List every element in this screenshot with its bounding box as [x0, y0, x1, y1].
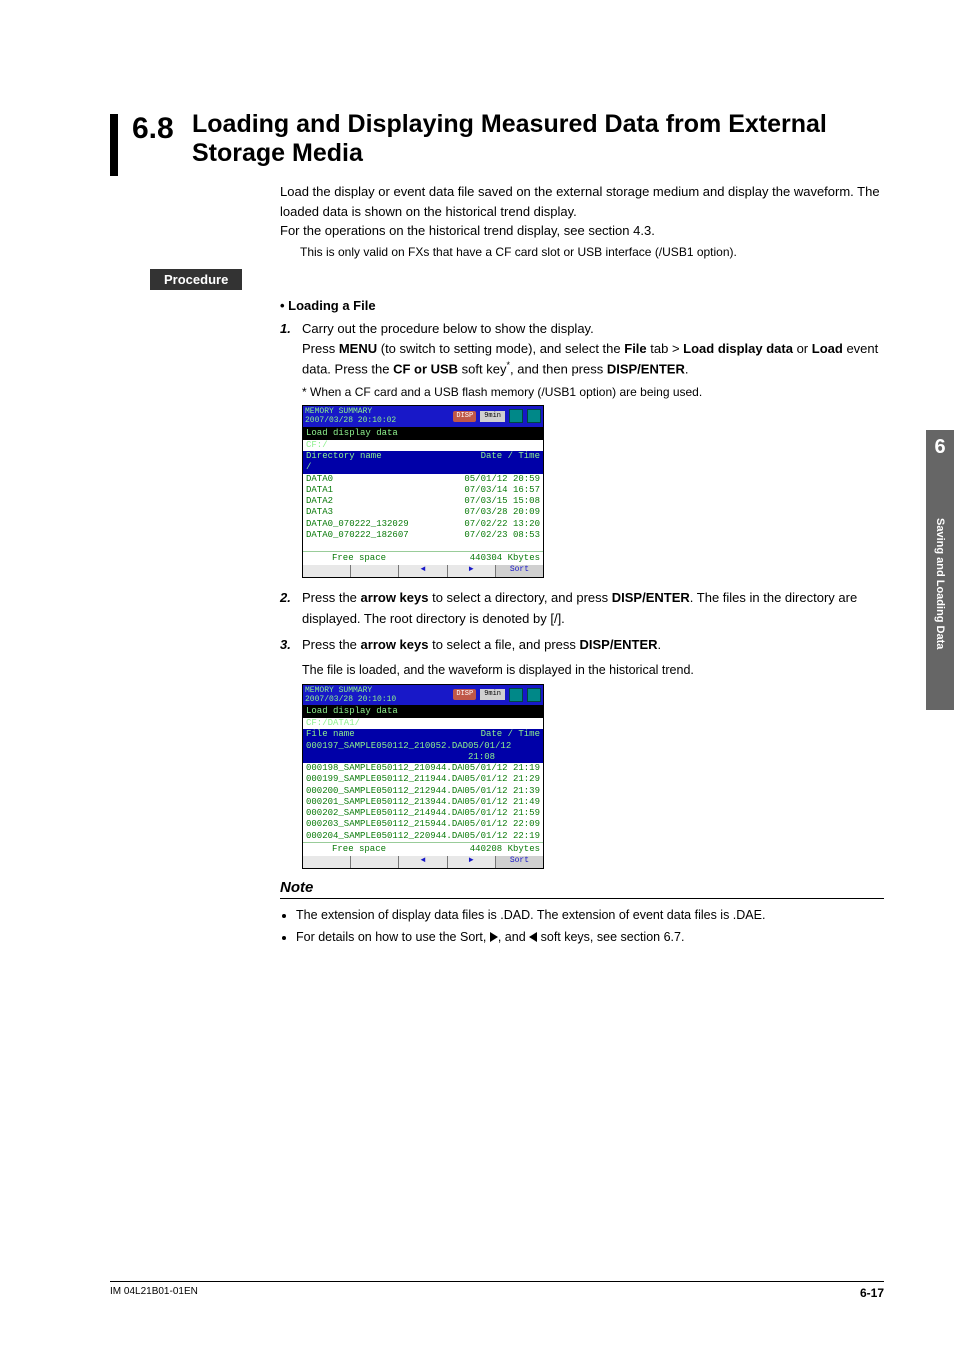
footnote: * When a CF card and a USB flash memory … — [302, 385, 884, 399]
step-2: 2. Press the arrow keys to select a dire… — [280, 588, 884, 628]
intro-p2: For the operations on the historical tre… — [280, 221, 884, 241]
right-arrow-icon: ► — [448, 856, 496, 868]
disp-badge: DISP — [453, 411, 476, 422]
time-badge: 9min — [480, 411, 505, 422]
doc-id: IM 04L21B01-01EN — [110, 1286, 198, 1300]
step3-caption: The file is loaded, and the waveform is … — [302, 661, 884, 680]
procedure-label: Procedure — [150, 269, 242, 290]
step-num: 2. — [280, 588, 302, 628]
left-arrow-icon: ◄ — [399, 856, 447, 868]
heading-bar-icon — [110, 114, 118, 176]
right-arrow-icon: ► — [448, 565, 496, 577]
left-arrow-icon: ◄ — [399, 565, 447, 577]
note-rule-icon — [280, 898, 884, 899]
intro-p1: Load the display or event data file save… — [280, 182, 884, 221]
key-icon — [509, 688, 523, 702]
note-list: The extension of display data files is .… — [280, 905, 884, 947]
screenshot-file-list: MEMORY SUMMARY 2007/03/28 20:10:10 DISP … — [302, 684, 544, 870]
intro-block: Load the display or event data file save… — [280, 182, 884, 261]
chapter-number: 6 — [926, 430, 954, 459]
page-number: 6-17 — [860, 1286, 884, 1300]
triangle-right-icon — [490, 932, 498, 942]
note-item: For details on how to use the Sort, , an… — [296, 927, 884, 947]
status-icon — [527, 409, 541, 423]
chapter-tab: 6 Saving and Loading Data — [926, 430, 954, 710]
subheading-loading: Loading a File — [280, 298, 884, 313]
step-3: 3. Press the arrow keys to select a file… — [280, 635, 884, 655]
step-num: 1. — [280, 319, 302, 380]
note-item: The extension of display data files is .… — [296, 905, 884, 925]
triangle-left-icon — [529, 932, 537, 942]
screenshot-directory-list: MEMORY SUMMARY 2007/03/28 20:10:02 DISP … — [302, 405, 544, 578]
intro-small: This is only valid on FXs that have a CF… — [300, 243, 884, 261]
section-number: 6.8 — [132, 110, 192, 145]
note-heading: Note — [280, 879, 884, 896]
chapter-label: Saving and Loading Data — [934, 459, 946, 699]
section-heading: 6.8 Loading and Displaying Measured Data… — [110, 110, 884, 176]
step-1: 1. Carry out the procedure below to show… — [280, 319, 884, 380]
key-icon — [509, 409, 523, 423]
time-badge: 9min — [480, 689, 505, 700]
page-footer: IM 04L21B01-01EN 6-17 — [110, 1281, 884, 1300]
disp-badge: DISP — [453, 689, 476, 700]
step-num: 3. — [280, 635, 302, 655]
section-title: Loading and Displaying Measured Data fro… — [192, 110, 884, 168]
status-icon — [527, 688, 541, 702]
